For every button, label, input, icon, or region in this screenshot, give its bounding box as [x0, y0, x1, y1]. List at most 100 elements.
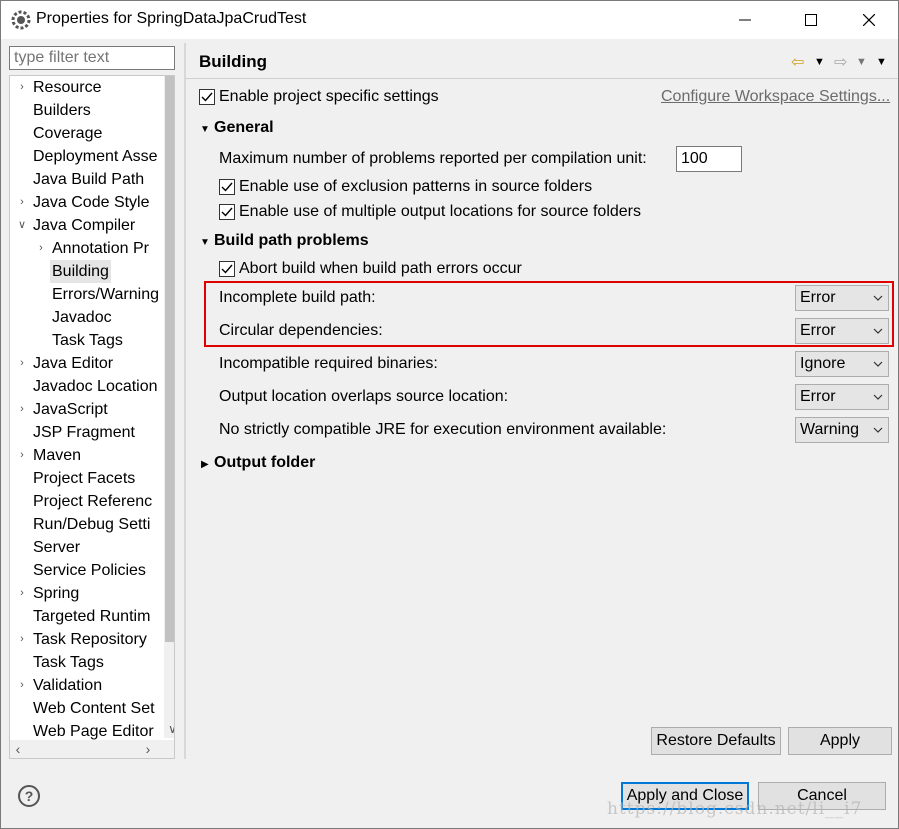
section-general[interactable]: General	[214, 119, 274, 137]
tree-item[interactable]: Deployment Asse	[10, 145, 164, 168]
tree-item[interactable]: › JavaScript	[10, 398, 164, 421]
collapsed-arrow-icon[interactable]: ›	[16, 76, 28, 99]
close-icon	[863, 14, 875, 26]
no-compatible-jre-select[interactable]: Warning	[795, 417, 889, 443]
apply-button[interactable]: Apply	[788, 727, 892, 755]
tree-item[interactable]: › Validation	[10, 674, 164, 697]
tree-item[interactable]: Server	[10, 536, 164, 559]
close-button[interactable]	[847, 1, 891, 39]
property-tree[interactable]: Web Page Editor Web Content Set › Validatio…	[9, 75, 175, 759]
output-overlaps-select[interactable]: Error	[795, 384, 889, 410]
multiple-output-checkbox[interactable]	[219, 204, 235, 220]
tree-item[interactable]: Project Facets	[10, 467, 164, 490]
page-title: Building	[199, 52, 267, 71]
tree-item[interactable]: › Java Editor	[10, 352, 164, 375]
back-arrow-icon[interactable]: ⇦	[791, 52, 804, 72]
forward-arrow-icon[interactable]: ⇨	[834, 52, 847, 72]
collapsed-arrow-icon[interactable]: ›	[16, 674, 28, 697]
tree-item[interactable]: Project Referenc	[10, 490, 164, 513]
incompatible-binaries-select[interactable]: Ignore	[795, 351, 889, 377]
section-output-folder[interactable]: Output folder	[214, 454, 315, 472]
abort-build-checkbox[interactable]	[219, 261, 235, 277]
collapsed-arrow-icon[interactable]: ›	[16, 582, 28, 605]
tree-item[interactable]: › Maven	[10, 444, 164, 467]
tree-item[interactable]: Javadoc	[10, 306, 164, 329]
tree-item[interactable]: › Resource	[10, 76, 164, 99]
eclipse-gear-icon	[11, 10, 31, 30]
forward-dropdown-icon[interactable]: ▼	[856, 56, 867, 68]
tree-horizontal-scrollbar[interactable]: ‹ ›	[10, 740, 174, 758]
tree-item-label: Project Referenc	[33, 493, 153, 510]
tree-item[interactable]: Java Build Path	[10, 168, 164, 191]
expanded-arrow-icon[interactable]: ▼	[200, 124, 210, 135]
scroll-down-arrow-icon[interactable]: ∨	[165, 722, 174, 738]
tree-item[interactable]: Builders	[10, 99, 164, 122]
tree-item[interactable]: Service Policies	[10, 559, 164, 582]
properties-dialog: Properties for SpringDataJpaCrudTest Web…	[0, 0, 899, 829]
tree-item[interactable]: Task Tags	[10, 651, 164, 674]
collapsed-arrow-icon[interactable]: ▶	[201, 459, 209, 470]
collapsed-arrow-icon[interactable]: ›	[16, 398, 28, 421]
tree-item-label: JavaScript	[33, 401, 108, 418]
no-compatible-jre-label: No strictly compatible JRE for execution…	[219, 421, 667, 438]
help-icon[interactable]: ?	[18, 785, 40, 807]
tree-item-label: Task Tags	[33, 654, 104, 671]
enable-project-specific-checkbox[interactable]	[199, 89, 215, 105]
tree-item[interactable]: Javadoc Location	[10, 375, 164, 398]
exclusion-patterns-checkbox[interactable]	[219, 179, 235, 195]
collapsed-arrow-icon[interactable]: ›	[16, 191, 28, 214]
tree-item-label: Java Editor	[33, 355, 114, 372]
tree-item-label: Resource	[33, 79, 102, 96]
tree-vertical-scrollbar[interactable]	[164, 76, 174, 738]
maximize-button[interactable]	[789, 1, 833, 39]
tree-item-label: Java Compiler	[33, 217, 136, 234]
chevron-down-icon	[873, 427, 883, 433]
scroll-right-arrow-icon[interactable]: ›	[140, 740, 156, 758]
tree-item-label: Java Build Path	[33, 171, 145, 188]
tree-item-label: Validation	[33, 677, 103, 694]
tree-item-label: Builders	[33, 102, 91, 119]
tree-item[interactable]: Errors/Warning	[10, 283, 164, 306]
tree-vertical-scroll-thumb[interactable]	[165, 76, 174, 642]
multiple-output-label: Enable use of multiple output locations …	[239, 203, 642, 220]
scroll-left-arrow-icon[interactable]: ‹	[10, 740, 26, 758]
tree-item[interactable]: JSP Fragment	[10, 421, 164, 444]
collapsed-arrow-icon[interactable]: ›	[35, 237, 47, 260]
tree-item[interactable]: Task Tags	[10, 329, 164, 352]
minimize-icon	[739, 19, 751, 21]
collapsed-arrow-icon[interactable]: ›	[16, 352, 28, 375]
expanded-arrow-icon[interactable]: ▼	[200, 237, 210, 248]
configure-workspace-link[interactable]: Configure Workspace Settings...	[661, 88, 890, 106]
view-menu-icon[interactable]: ▼	[876, 56, 887, 68]
watermark: https://blog.csdn.net/li__i7	[607, 799, 863, 819]
incomplete-build-path-select[interactable]: Error	[795, 285, 889, 311]
enable-project-specific-label: Enable project specific settings	[219, 88, 439, 105]
tree-item[interactable]: › Spring	[10, 582, 164, 605]
filter-input[interactable]	[9, 46, 175, 70]
maximize-icon	[805, 14, 817, 26]
max-problems-input[interactable]	[676, 146, 742, 172]
tree-item-label: Deployment Asse	[33, 148, 158, 165]
tree-item[interactable]: Web Content Set	[10, 697, 164, 720]
tree-item-label: Task Repository	[33, 631, 147, 648]
restore-defaults-button[interactable]: Restore Defaults	[651, 727, 781, 755]
tree-item[interactable]: Run/Debug Setti	[10, 513, 164, 536]
tree-item-label: Building	[50, 260, 111, 283]
tree-item-label: JSP Fragment	[33, 424, 135, 441]
expanded-arrow-icon[interactable]: ∨	[16, 214, 28, 237]
tree-item[interactable]: › Task Repository	[10, 628, 164, 651]
circular-dependencies-select[interactable]: Error	[795, 318, 889, 344]
tree-item[interactable]: Coverage	[10, 122, 164, 145]
tree-item[interactable]: ∨ Java Compiler	[10, 214, 164, 237]
tree-item[interactable]: Targeted Runtim	[10, 605, 164, 628]
collapsed-arrow-icon[interactable]: ›	[16, 444, 28, 467]
tree-item-label: Service Policies	[33, 562, 146, 579]
section-build-path-problems[interactable]: Build path problems	[214, 232, 369, 250]
output-overlaps-label: Output location overlaps source location…	[219, 388, 509, 405]
tree-item[interactable]: › Java Code Style	[10, 191, 164, 214]
tree-item[interactable]: Building	[10, 260, 164, 283]
collapsed-arrow-icon[interactable]: ›	[16, 628, 28, 651]
back-dropdown-icon[interactable]: ▼	[814, 56, 825, 68]
tree-item[interactable]: › Annotation Pr	[10, 237, 164, 260]
minimize-button[interactable]	[723, 1, 767, 39]
